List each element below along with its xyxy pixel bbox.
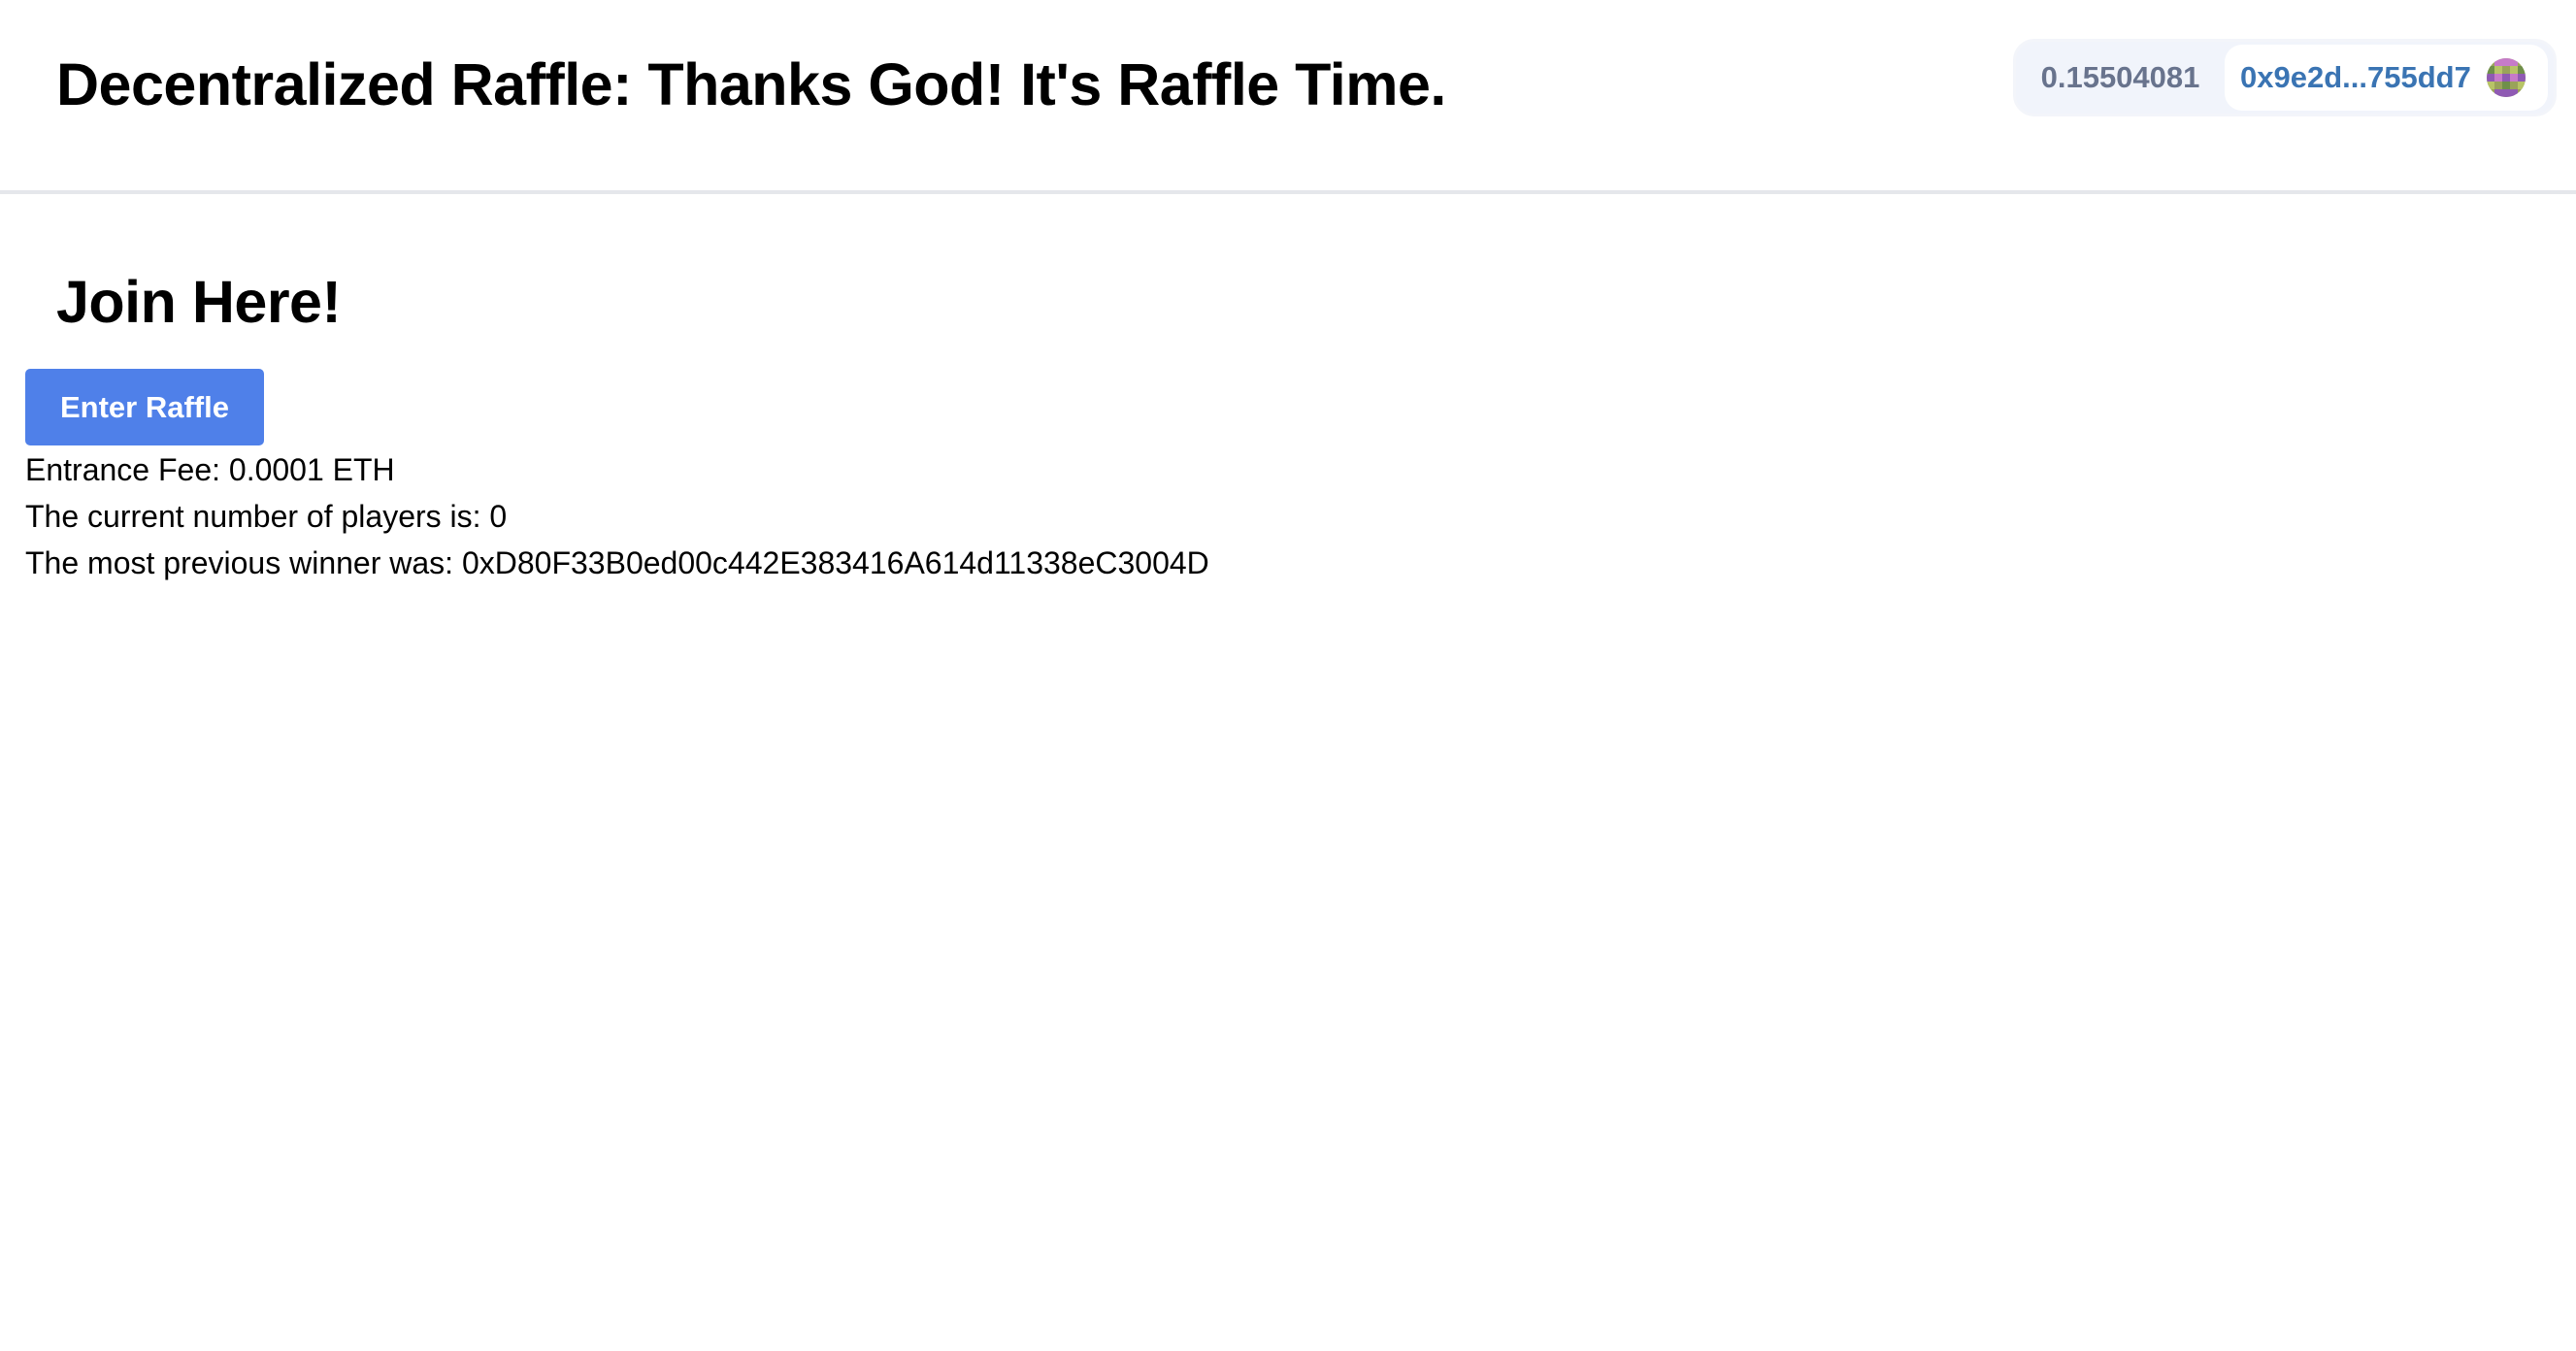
wallet-connect-widget[interactable]: 0.15504081 0x9e2d...755dd7 (2013, 39, 2557, 116)
join-heading: Join Here! (56, 269, 342, 335)
wallet-account-button[interactable]: 0x9e2d...755dd7 (2225, 45, 2548, 111)
wallet-balance: 0.15504081 (2040, 60, 2200, 94)
wallet-avatar-icon (2486, 58, 2526, 97)
players-count-text: The current number of players is: 0 (25, 499, 508, 534)
site-header: Decentralized Raffle: Thanks God! It's R… (0, 0, 2576, 194)
enter-raffle-button[interactable]: Enter Raffle (25, 369, 264, 445)
wallet-address: 0x9e2d...755dd7 (2240, 60, 2471, 94)
previous-winner-text: The most previous winner was: 0xD80F33B0… (25, 545, 1209, 580)
entrance-fee-text: Entrance Fee: 0.0001 ETH (25, 452, 395, 487)
page-title: Decentralized Raffle: Thanks God! It's R… (56, 51, 1446, 117)
